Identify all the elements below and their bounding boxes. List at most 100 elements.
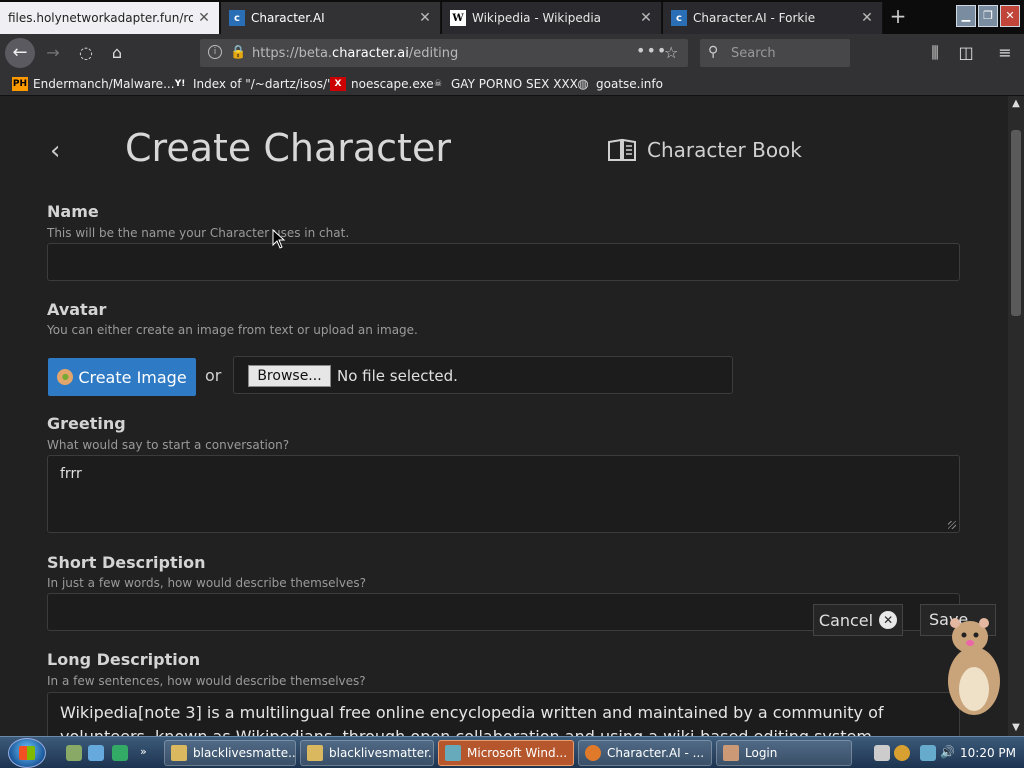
volume-icon[interactable]: 🔊 [940, 745, 956, 761]
lock-icon[interactable]: 🔒 [230, 45, 246, 60]
or-text: or [205, 366, 222, 385]
taskbar-item-label: Character.AI - ... [607, 746, 705, 760]
character-book-link[interactable]: Character Book [607, 138, 802, 162]
page-scrollbar[interactable]: ▲ ▼ [1008, 96, 1024, 736]
login-icon [723, 745, 739, 761]
scroll-down-icon[interactable]: ▼ [1008, 720, 1024, 736]
taskbar-item[interactable]: Microsoft Wind... [438, 740, 574, 766]
close-icon[interactable]: ✕ [639, 10, 653, 26]
name-label: Name [47, 202, 99, 221]
short-description-hint: In just a few words, how would describe … [47, 576, 366, 590]
search-input[interactable]: ⚲ Search [700, 39, 850, 67]
arrow-left-icon: ← [12, 42, 28, 63]
quicklaunch-icon[interactable] [88, 745, 104, 761]
close-icon[interactable]: ✕ [860, 10, 874, 26]
tray-icon[interactable] [874, 745, 890, 761]
window-close-button[interactable]: ✕ [1000, 5, 1020, 27]
scroll-thumb[interactable] [1011, 130, 1021, 316]
bookmark-label: GAY PORNO SEX XXX [451, 77, 578, 91]
hamburger-icon: ≡ [998, 43, 1012, 62]
characterai-icon: c [229, 10, 245, 26]
bookmark-item[interactable]: ☠ GAY PORNO SEX XXX [430, 76, 578, 92]
search-icon: ⚲ [708, 44, 719, 60]
bookmark-item[interactable]: Y! Index of "/~dartz/isos/" [172, 76, 333, 92]
taskbar-item-label: blacklivesmatte... [193, 746, 296, 760]
page-actions-icon[interactable]: ••• [636, 41, 667, 60]
taskbar-item[interactable]: Character.AI - ... [578, 740, 712, 766]
book-icon [608, 138, 636, 161]
taskbar-item[interactable]: Login [716, 740, 852, 766]
bookmark-label: goatse.info [596, 77, 663, 91]
search-placeholder: Search [731, 46, 776, 61]
browse-button[interactable]: Browse... [248, 365, 331, 387]
forward-button[interactable]: → [40, 41, 66, 65]
url-text: https://beta.character.ai/editing [252, 46, 459, 61]
create-image-button[interactable]: ● Create Image [48, 358, 196, 396]
stop-button[interactable]: ◌ [73, 41, 99, 65]
bookmark-star-icon[interactable]: ☆ [664, 43, 678, 62]
new-tab-button[interactable]: + [886, 5, 910, 29]
taskbar-item-label: Microsoft Wind... [467, 746, 568, 760]
bookmark-icon: PH [12, 77, 28, 91]
tab-wikipedia[interactable]: W Wikipedia - Wikipedia ✕ [442, 2, 662, 34]
tab-files[interactable]: files.holynetworkadapter.fun/rom ✕ [0, 2, 220, 34]
bookmark-label: Index of "/~dartz/isos/" [193, 77, 333, 91]
scroll-up-icon[interactable]: ▲ [1008, 96, 1024, 112]
clock[interactable]: 10:20 PM [960, 746, 1016, 760]
taskbar-item[interactable]: blacklivesmatte... [164, 740, 296, 766]
bookmarks-bar: PH Endermanch/Malware... Y! Index of "/~… [0, 72, 1024, 96]
tab-title: files.holynetworkadapter.fun/rom [8, 11, 193, 25]
taskbar-item[interactable]: blacklivesmatter... [300, 740, 434, 766]
page-content: ‹ Create Character Character Book Name T… [0, 96, 1008, 736]
name-input[interactable] [47, 243, 960, 281]
page-title: Create Character [125, 126, 451, 170]
info-icon[interactable]: i [208, 45, 222, 59]
greeting-textarea[interactable]: frrr [47, 455, 960, 533]
avatar-label: Avatar [47, 300, 107, 319]
bookmark-label: Endermanch/Malware... [33, 77, 175, 91]
tab-character-ai[interactable]: c Character.AI ✕ [221, 2, 441, 34]
folder-icon [307, 745, 323, 761]
characterai-icon: c [671, 10, 687, 26]
restore-button[interactable]: ❐ [978, 5, 998, 27]
quicklaunch-icon[interactable] [66, 745, 82, 761]
tray-icon[interactable] [894, 745, 910, 761]
back-button[interactable]: ← [5, 38, 35, 68]
file-upload: Browse... No file selected. [233, 356, 733, 394]
wikipedia-icon: W [450, 10, 466, 26]
minimize-button[interactable]: ▁ [956, 5, 976, 27]
bookmark-icon: X [330, 77, 346, 91]
close-icon[interactable]: ✕ [197, 10, 211, 26]
bookmark-label: noescape.exe [351, 77, 434, 91]
firefox-icon [585, 745, 601, 761]
tab-character-ai-forkie[interactable]: c Character.AI - Forkie ✕ [663, 2, 883, 34]
bookmark-item[interactable]: PH Endermanch/Malware... [12, 76, 175, 92]
sidebar-icon: ◫ [958, 43, 974, 62]
menu-button[interactable]: ≡ [992, 41, 1018, 65]
close-circle-icon: ✕ [879, 611, 898, 629]
tab-title: Character.AI - Forkie [693, 11, 816, 25]
hamster-mascot-icon [948, 618, 1000, 715]
bookmark-item[interactable]: ◍ goatse.info [575, 76, 663, 92]
library-icon: ⫼ [931, 43, 939, 62]
address-bar[interactable]: i 🔒 https://beta.character.ai/editing ••… [200, 39, 688, 67]
back-arrow-icon[interactable]: ‹ [50, 136, 60, 166]
globe-icon: ◍ [577, 76, 589, 92]
resize-grip-icon[interactable] [948, 521, 956, 529]
long-description-label: Long Description [47, 650, 201, 669]
network-icon[interactable] [920, 745, 936, 761]
quicklaunch-icon[interactable] [112, 745, 128, 761]
bookmark-icon: Y! [174, 79, 186, 89]
bookmark-item[interactable]: X noescape.exe [330, 76, 434, 92]
home-button[interactable]: ⌂ [104, 41, 130, 65]
sidebar-button[interactable]: ◫ [953, 41, 979, 65]
tab-title: Character.AI [251, 11, 325, 25]
start-button[interactable] [8, 738, 46, 768]
cancel-button[interactable]: Cancel ✕ [813, 604, 903, 636]
greeting-hint: What would say to start a conversation? [47, 438, 290, 452]
taskbar: » blacklivesmatte... blacklivesmatter...… [0, 736, 1024, 768]
long-description-textarea[interactable]: Wikipedia[note 3] is a multilingual free… [47, 692, 960, 736]
close-icon[interactable]: ✕ [418, 10, 432, 26]
chevron-right-icon[interactable]: » [140, 745, 154, 761]
library-button[interactable]: ⫼ [922, 41, 948, 65]
